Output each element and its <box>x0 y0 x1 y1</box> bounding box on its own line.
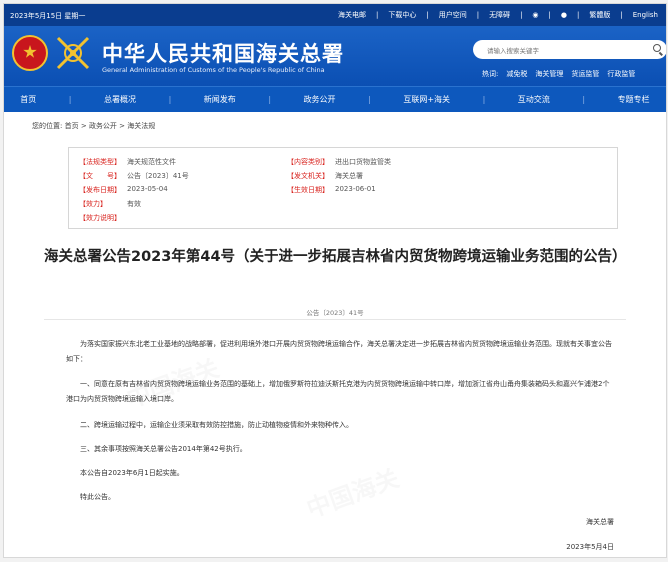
page-frame: 2023年5月15日 星期一 海关电邮 | 下载中心 | 用户空间 | 无障碍 … <box>3 3 667 558</box>
hot-words: 热词: 减免税 海关管理 货运监管 行政监管 <box>482 69 635 79</box>
link-traditional[interactable]: 繁體版 <box>589 10 610 20</box>
article-paragraph: 二、跨境运输过程中，运输企业须采取有效防控措施，防止动植物疫情和外来物种传入。 <box>80 421 353 429</box>
breadcrumb-regulations[interactable]: 海关法规 <box>127 122 155 130</box>
breadcrumb-prefix: 您的位置: <box>32 122 63 130</box>
breadcrumb-sep: > <box>80 122 87 130</box>
article-signature: 海关总署 <box>586 518 614 526</box>
article-paragraph: 为落实国家振兴东北老工业基地的战略部署，促进利用境外港口开展内贸货物跨境运输合作… <box>66 340 612 363</box>
breadcrumb: 您的位置: 首页 > 政务公开 > 海关法规 <box>32 121 155 131</box>
article-paragraph: 特此公告。 <box>80 493 115 501</box>
hot-words-label: 热词: <box>482 70 499 78</box>
current-date: 2023年5月15日 星期一 <box>10 12 86 20</box>
info-label: 【法规类型】 <box>79 158 121 166</box>
article-paragraph: 一、同意在原有吉林省内贸货物跨境运输业务范围的基础上，增加俄罗斯符拉迪沃斯托克港… <box>66 380 610 403</box>
nav-separator: | <box>268 95 272 104</box>
link-customs-email[interactable]: 海关电邮 <box>338 10 366 20</box>
link-user-space[interactable]: 用户空间 <box>439 10 467 20</box>
info-label: 【发文机关】 <box>287 172 329 180</box>
hot-word-link[interactable]: 行政监管 <box>607 69 635 79</box>
hot-word-link[interactable]: 减免税 <box>506 69 527 79</box>
article-paragraph: 本公告自2023年6月1日起实施。 <box>80 469 184 477</box>
breadcrumb-sep: > <box>119 122 126 130</box>
search-box <box>473 40 666 59</box>
site-title-en: General Administration of Customs of the… <box>102 66 325 74</box>
breadcrumb-open-government[interactable]: 政务公开 <box>89 122 117 130</box>
article-doc-number: 公告〔2023〕41号 <box>306 309 364 317</box>
info-value: 有效 <box>127 200 141 208</box>
info-label: 【生效日期】 <box>287 186 329 194</box>
search-input[interactable] <box>485 43 649 58</box>
hot-word-link[interactable]: 海关管理 <box>535 69 563 79</box>
separator: | <box>375 11 379 19</box>
info-type: 【法规类型】 海关规范性文件 <box>79 157 176 167</box>
utility-links: 海关电邮 | 下载中心 | 用户空间 | 无障碍 | ◉ | ● | 繁體版 |… <box>338 10 658 20</box>
nav-open-government[interactable]: 政务公开 <box>304 94 336 105</box>
info-value: 公告〔2023〕41号 <box>127 172 189 180</box>
top-utility-bar: 2023年5月15日 星期一 海关电邮 | 下载中心 | 用户空间 | 无障碍 … <box>4 4 666 26</box>
hot-word-link[interactable]: 货运监管 <box>571 69 599 79</box>
info-label: 【文 号】 <box>79 172 121 180</box>
search-icon[interactable] <box>653 44 661 52</box>
separator: | <box>620 11 623 19</box>
separator: | <box>548 11 551 19</box>
info-value: 海关规范性文件 <box>127 158 176 166</box>
info-issuer: 【发文机关】 海关总署 <box>287 171 363 181</box>
nav-separator: | <box>368 95 371 104</box>
divider <box>44 319 626 320</box>
national-emblem-icon <box>12 35 48 71</box>
article-sign-date: 2023年5月4日 <box>566 543 614 551</box>
separator: | <box>426 11 429 19</box>
info-label: 【效力说明】 <box>79 214 121 222</box>
nav-interaction[interactable]: 互动交流 <box>518 94 550 105</box>
info-label: 【效力】 <box>79 200 107 208</box>
nav-separator: | <box>482 95 486 104</box>
site-header: 中华人民共和国海关总署 General Administration of Cu… <box>4 26 666 86</box>
document-info-box: 【法规类型】 海关规范性文件 【内容类别】 进出口货物监管类 【文 号】 公告〔… <box>68 147 618 229</box>
nav-about[interactable]: 总署概况 <box>104 94 136 105</box>
info-value: 2023-06-01 <box>335 185 376 193</box>
nav-home[interactable]: 首页 <box>20 94 36 105</box>
site-title[interactable]: 中华人民共和国海关总署 <box>102 38 344 68</box>
weibo-icon[interactable]: ◉ <box>532 11 538 19</box>
article-paragraph: 三、其余事项按照海关总署公告2014年第42号执行。 <box>80 445 247 453</box>
link-download-center[interactable]: 下载中心 <box>388 10 416 20</box>
nav-news[interactable]: 新闻发布 <box>204 94 236 105</box>
main-nav: 首页 | 总署概况 | 新闻发布 | 政务公开 | 互联网+海关 | 互动交流 … <box>4 86 666 112</box>
customs-badge-icon <box>56 36 90 70</box>
wechat-icon[interactable]: ● <box>561 11 567 19</box>
nav-internet-customs[interactable]: 互联网+海关 <box>403 94 450 105</box>
nav-separator: | <box>68 95 72 104</box>
info-validity: 【效力】 有效 <box>79 199 141 209</box>
separator: | <box>577 11 580 19</box>
info-number: 【文 号】 公告〔2023〕41号 <box>79 171 189 181</box>
info-label: 【发布日期】 <box>79 186 121 194</box>
info-issue-date: 【发布日期】 2023-05-04 <box>79 185 168 195</box>
info-label: 【内容类别】 <box>287 158 329 166</box>
link-english[interactable]: English <box>633 11 658 19</box>
nav-separator: | <box>168 95 172 104</box>
article-title: 海关总署公告2023年第44号（关于进一步拓展吉林省内贸货物跨境运输业务范围的公… <box>44 249 627 265</box>
info-validity-note: 【效力说明】 <box>79 213 121 223</box>
separator: | <box>520 11 523 19</box>
separator: | <box>476 11 480 19</box>
info-value: 海关总署 <box>335 172 363 180</box>
info-value: 进出口货物监管类 <box>335 158 391 166</box>
nav-separator: | <box>582 95 586 104</box>
info-content-category: 【内容类别】 进出口货物监管类 <box>287 157 391 167</box>
nav-special-topics[interactable]: 专题专栏 <box>618 94 650 105</box>
info-effective-date: 【生效日期】 2023-06-01 <box>287 185 376 195</box>
link-accessibility[interactable]: 无障碍 <box>489 10 510 20</box>
breadcrumb-home[interactable]: 首页 <box>65 122 79 130</box>
info-value: 2023-05-04 <box>127 185 168 193</box>
